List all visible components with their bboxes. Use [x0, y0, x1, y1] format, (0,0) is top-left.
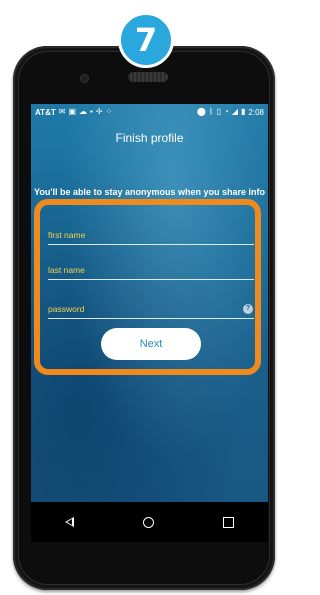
carrier-label: AT&T [35, 107, 56, 117]
next-button[interactable]: Next [101, 328, 201, 360]
help-icon[interactable]: ? [243, 304, 253, 314]
vibrate-icon: ▯ [216, 107, 222, 116]
first-name-placeholder: first name [48, 230, 86, 240]
home-icon[interactable] [142, 516, 154, 528]
sync-icon: ⁘ [105, 107, 113, 116]
location-icon: ⬤ [196, 107, 206, 116]
wifi-icon: ◔ [224, 107, 229, 116]
clock: 2:08 [248, 107, 264, 117]
recent-apps-icon[interactable] [222, 516, 234, 528]
password-placeholder: password [48, 304, 85, 314]
chat-icon: ▣ [68, 107, 76, 116]
message-icon: ✉ [58, 107, 66, 116]
front-camera [80, 74, 89, 83]
signal-icon: ◢ [231, 107, 239, 116]
page-title: Finish profile [115, 131, 184, 145]
usb-icon: ✢ [95, 107, 103, 116]
earpiece-speaker [128, 72, 168, 82]
last-name-field[interactable]: last name [48, 259, 254, 280]
screen-background [31, 104, 268, 542]
anonymity-notice: You'll be able to stay anonymous when yo… [33, 187, 265, 197]
phone-screen: AT&T ✉ ▣ ☁ ▪ ✢ ⁘ ⬤ ᛒ ▯ ◔ ◢ ▮ 2:08 Finish… [31, 104, 268, 542]
bluetooth-icon: ᛒ [208, 107, 214, 116]
last-name-placeholder: last name [48, 265, 85, 275]
battery-icon: ▮ [241, 107, 246, 116]
status-bar: AT&T ✉ ▣ ☁ ▪ ✢ ⁘ ⬤ ᛒ ▯ ◔ ◢ ▮ 2:08 [31, 104, 268, 120]
password-field[interactable]: password ? [48, 298, 254, 319]
android-nav-bar [31, 502, 268, 542]
first-name-field[interactable]: first name [48, 224, 254, 245]
image-icon: ▪ [90, 107, 93, 116]
step-number-badge: 7 [118, 12, 174, 68]
back-icon[interactable] [65, 517, 75, 527]
cloud-icon: ☁ [79, 107, 87, 116]
